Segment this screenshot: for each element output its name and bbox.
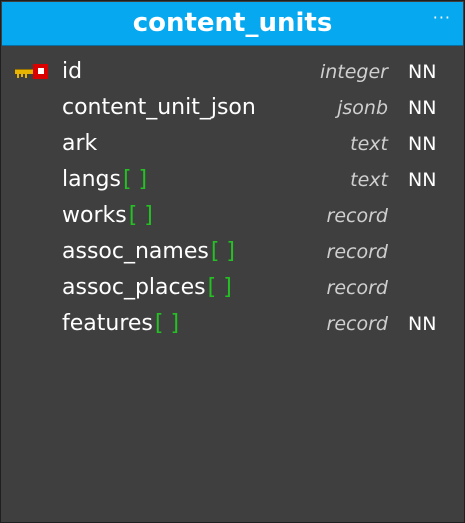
not-null-flag: NN xyxy=(408,313,437,335)
column-type: record xyxy=(326,277,388,299)
column-name: works[ ] xyxy=(62,203,153,228)
column-type: text xyxy=(350,133,388,155)
table-card[interactable]: content_units ··· id integer NN content_… xyxy=(0,0,465,523)
column-type: record xyxy=(326,241,388,263)
array-mark: [ ] xyxy=(154,311,180,336)
not-null-flag: NN xyxy=(408,97,437,119)
table-title: content_units xyxy=(132,8,333,38)
column-row-assoc-places[interactable]: assoc_places[ ] record xyxy=(1,270,464,306)
column-row-ark[interactable]: ark text NN xyxy=(1,126,464,162)
column-name: assoc_names[ ] xyxy=(62,239,235,264)
table-header[interactable]: content_units ··· xyxy=(2,2,463,46)
column-name: id xyxy=(62,59,83,84)
column-type: integer xyxy=(319,61,388,83)
column-row-features[interactable]: features[ ] record NN xyxy=(1,306,464,342)
primary-key-icon xyxy=(15,64,48,79)
column-name: content_unit_json xyxy=(62,95,256,120)
column-row-id[interactable]: id integer NN xyxy=(1,54,464,90)
column-type: text xyxy=(350,169,388,191)
column-type: jsonb xyxy=(337,97,388,119)
column-name: assoc_places[ ] xyxy=(62,275,232,300)
column-row-content-unit-json[interactable]: content_unit_json jsonb NN xyxy=(1,90,464,126)
array-mark: [ ] xyxy=(128,203,153,228)
array-mark: [ ] xyxy=(122,167,148,192)
column-row-works[interactable]: works[ ] record xyxy=(1,198,464,234)
column-row-assoc-names[interactable]: assoc_names[ ] record xyxy=(1,234,464,270)
column-name: langs[ ] xyxy=(62,167,148,192)
column-row-langs[interactable]: langs[ ] text NN xyxy=(1,162,464,198)
array-mark: [ ] xyxy=(210,239,235,264)
ellipsis-icon[interactable]: ··· xyxy=(433,8,451,28)
array-mark: [ ] xyxy=(207,275,232,300)
column-type: record xyxy=(326,205,388,227)
not-null-flag: NN xyxy=(408,169,437,191)
not-null-flag: NN xyxy=(408,61,437,83)
not-null-flag: NN xyxy=(408,133,437,155)
column-type: record xyxy=(326,313,388,335)
column-name: features[ ] xyxy=(62,311,180,336)
column-name: ark xyxy=(62,131,98,156)
